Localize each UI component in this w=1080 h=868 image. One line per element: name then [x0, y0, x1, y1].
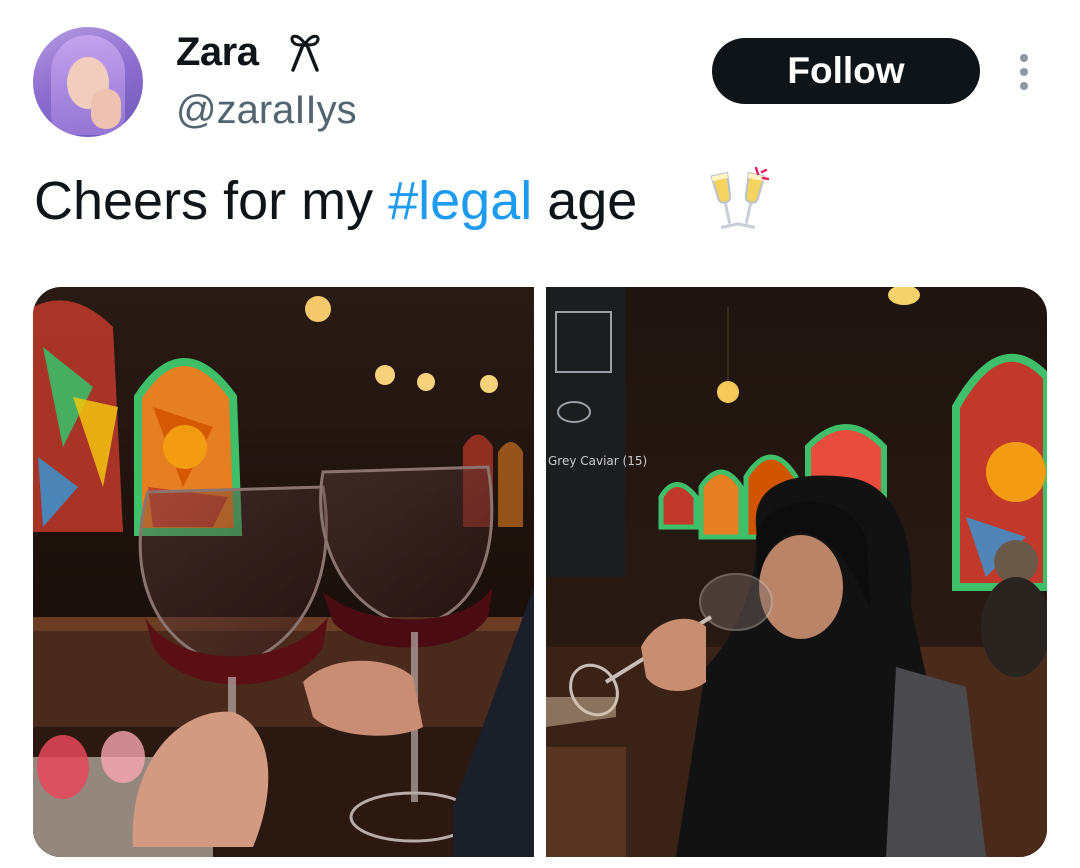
photo-clinking-wine-glasses-art — [33, 287, 534, 857]
avatar-hand — [91, 89, 121, 129]
author-handle[interactable]: @zaraIIys — [176, 88, 357, 133]
tweet-media-grid: Grey Caviar (15) — [33, 287, 1047, 857]
author-display-name[interactable]: Zara — [176, 30, 259, 75]
menu-board-text: Grey Caviar (15) — [548, 454, 647, 468]
follow-button[interactable]: Follow — [712, 38, 980, 104]
more-vertical-icon[interactable] — [1012, 52, 1036, 92]
tweet-text: Cheers for my #legal age — [34, 170, 637, 232]
photo-clinking-wine-glasses[interactable] — [33, 287, 534, 857]
photo-woman-drinking-wine[interactable]: Grey Caviar (15) — [546, 287, 1047, 857]
tweet-text-after: age — [532, 171, 638, 231]
author-avatar[interactable] — [33, 27, 143, 137]
tweet-text-before: Cheers for my — [34, 171, 389, 231]
photo-woman-drinking-wine-art: Grey Caviar (15) — [546, 287, 1047, 857]
hashtag-link[interactable]: #legal — [388, 171, 532, 231]
clinking-glasses-icon — [710, 166, 770, 229]
ribbon-icon — [290, 34, 320, 72]
